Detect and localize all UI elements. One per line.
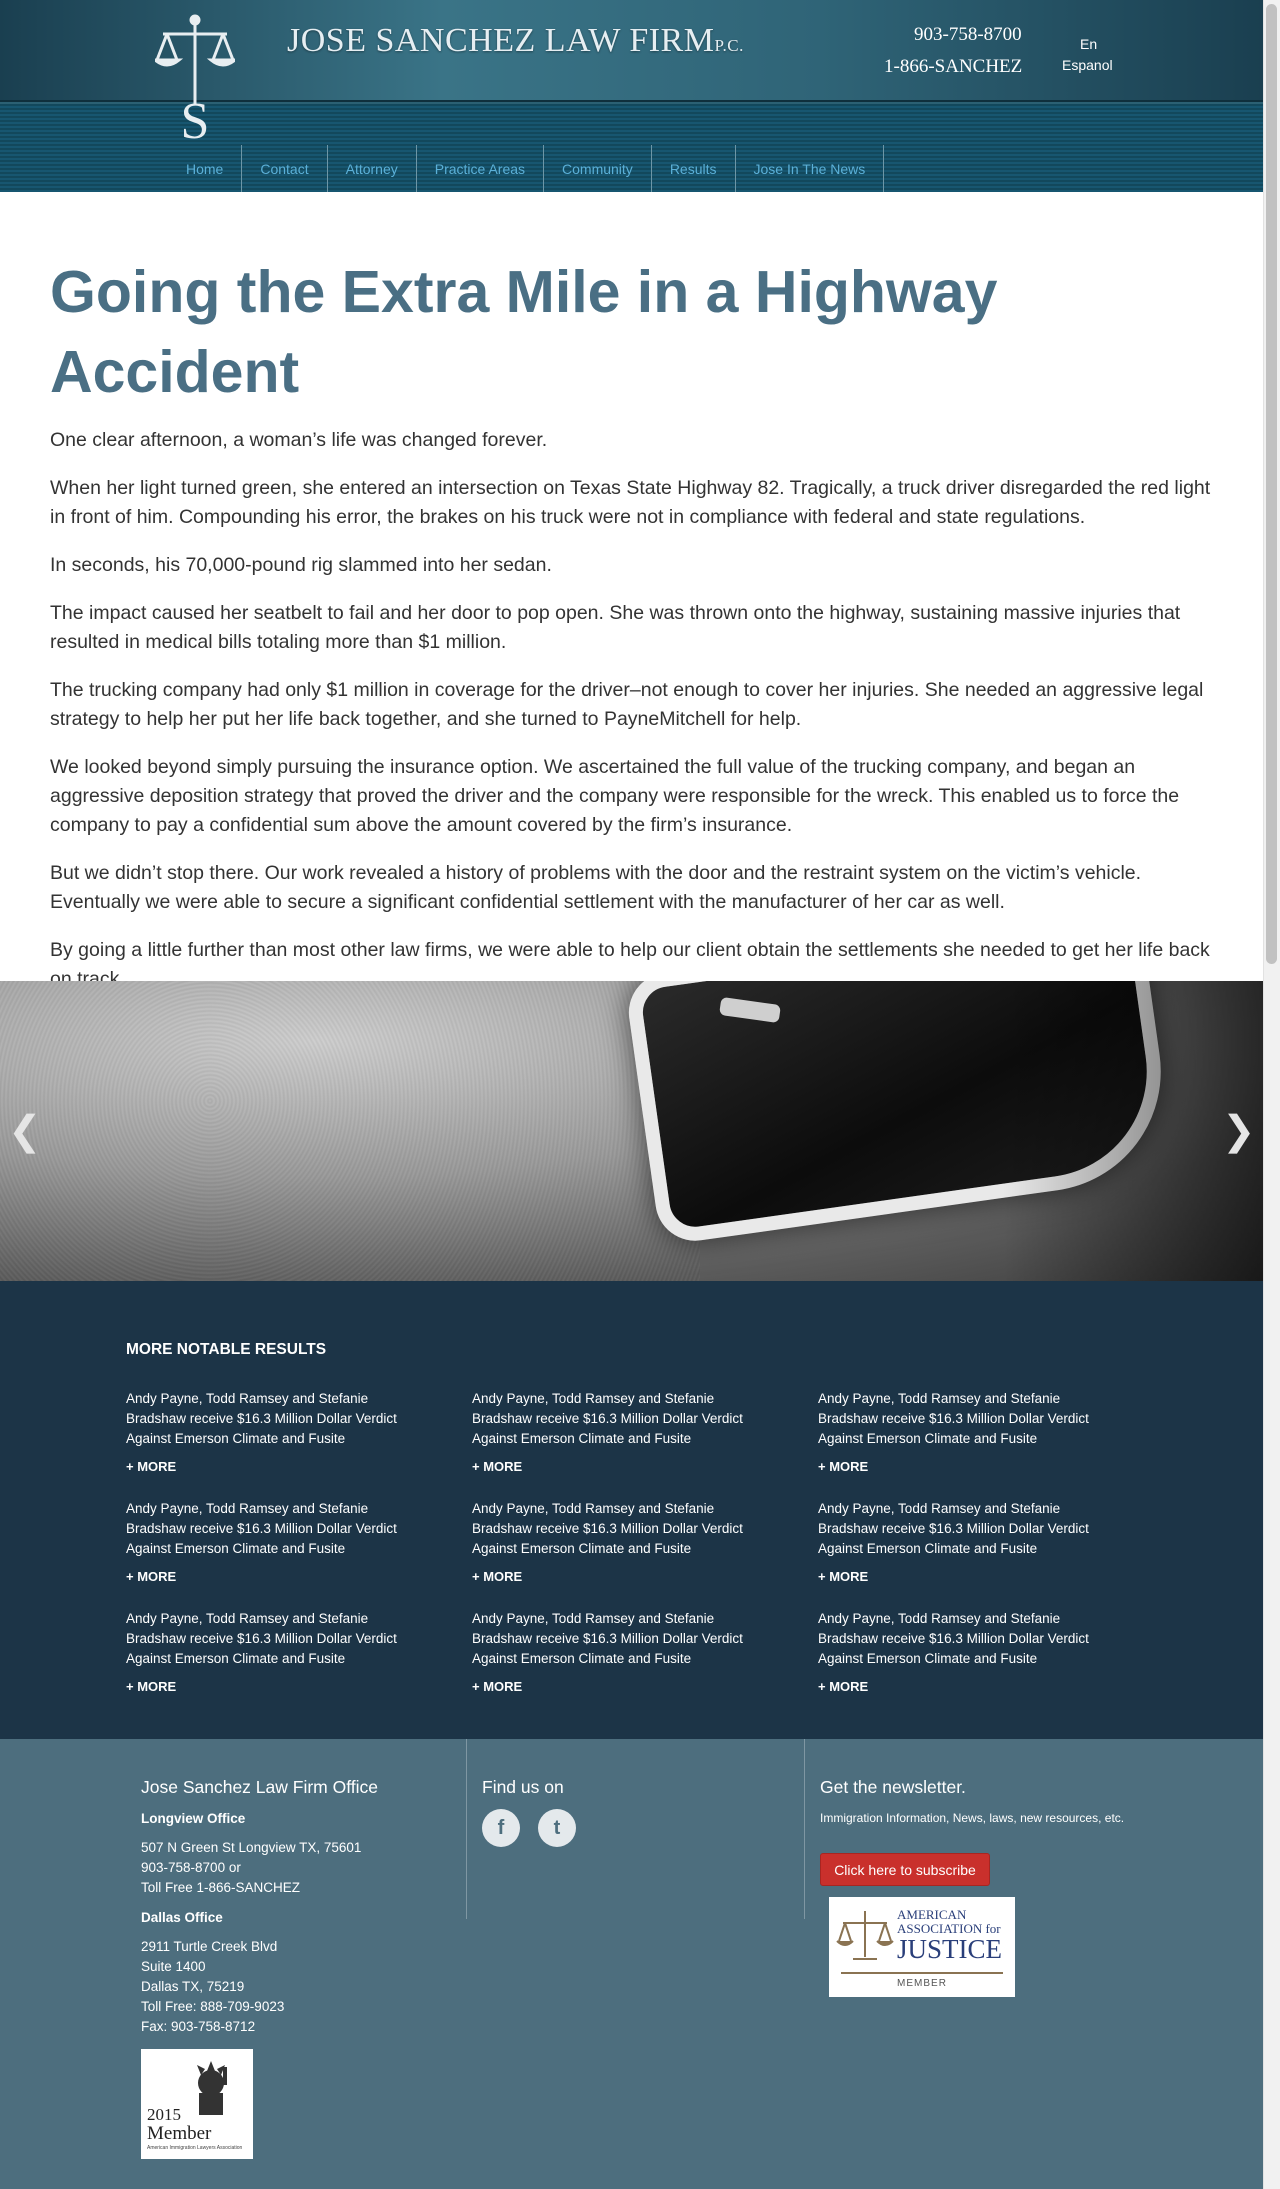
result-more-link[interactable]: + MORE xyxy=(472,1459,772,1474)
article: Going the Extra Mile in a Highway Accide… xyxy=(50,252,1220,1013)
member-badge-org: American Immigration Lawyers Association xyxy=(147,2145,243,2151)
slider-next-arrow-icon[interactable]: ❯ xyxy=(1222,1111,1256,1151)
vertical-scrollbar[interactable] xyxy=(1263,0,1280,2189)
longview-address: 507 N Green St Longview TX, 75601 xyxy=(141,1840,362,1855)
dallas-city: Dallas TX, 75219 xyxy=(141,1979,245,1994)
nav-practice-areas[interactable]: Practice Areas xyxy=(417,145,545,192)
firm-name-logo[interactable]: JOSE SANCHEZ LAW FIRMP.C. xyxy=(287,22,744,60)
firm-suffix: P.C. xyxy=(714,36,744,55)
hero-slider-image xyxy=(0,981,1263,1281)
result-item: Andy Payne, Todd Ramsey and Stefanie Bra… xyxy=(818,1499,1118,1584)
results-heading: MORE NOTABLE RESULTS xyxy=(126,1341,327,1358)
result-item: Andy Payne, Todd Ramsey and Stefanie Bra… xyxy=(126,1609,426,1694)
result-text: Andy Payne, Todd Ramsey and Stefanie Bra… xyxy=(818,1501,1089,1556)
result-more-link[interactable]: + MORE xyxy=(126,1569,426,1584)
nav-home[interactable]: Home xyxy=(168,145,243,192)
scrollbar-thumb[interactable] xyxy=(1266,4,1277,964)
result-item: Andy Payne, Todd Ramsey and Stefanie Bra… xyxy=(126,1389,426,1474)
page: S JOSE SANCHEZ LAW FIRMP.C. 903-758-8700… xyxy=(0,0,1263,2189)
result-text: Andy Payne, Todd Ramsey and Stefanie Bra… xyxy=(818,1391,1089,1446)
result-text: Andy Payne, Todd Ramsey and Stefanie Bra… xyxy=(126,1391,397,1446)
firm-name: JOSE SANCHEZ LAW FIRM xyxy=(287,22,715,59)
result-more-link[interactable]: + MORE xyxy=(126,1459,426,1474)
result-more-link[interactable]: + MORE xyxy=(818,1679,1118,1694)
result-text: Andy Payne, Todd Ramsey and Stefanie Bra… xyxy=(126,1501,397,1556)
aaj-line3: JUSTICE xyxy=(897,1934,1003,1964)
article-paragraph: When her light turned green, she entered… xyxy=(50,477,1211,528)
longview-toll-free[interactable]: Toll Free 1-866-SANCHEZ xyxy=(141,1878,300,1898)
find-us-title: Find us on xyxy=(482,1777,564,1797)
dallas-street: 2911 Turtle Creek Blvd xyxy=(141,1939,278,1954)
language-english-link[interactable]: En xyxy=(1080,36,1097,52)
facebook-icon[interactable]: f xyxy=(482,1809,520,1847)
member-badge-label: Member xyxy=(147,2123,212,2144)
aaj-member-badge: AMERICAN ASSOCIATION for JUSTICE MEMBER xyxy=(829,1897,1015,1997)
footer-divider xyxy=(466,1739,467,1919)
result-item: Andy Payne, Todd Ramsey and Stefanie Bra… xyxy=(818,1609,1118,1694)
result-text: Andy Payne, Todd Ramsey and Stefanie Bra… xyxy=(472,1501,743,1556)
notable-results-section: MORE NOTABLE RESULTS Andy Payne, Todd Ra… xyxy=(0,1281,1263,1739)
dallas-fax: Fax: 903-758-8712 xyxy=(141,2019,256,2034)
twitter-icon[interactable]: t xyxy=(538,1809,576,1847)
site-header: S JOSE SANCHEZ LAW FIRMP.C. 903-758-8700… xyxy=(0,0,1263,192)
nav-attorney[interactable]: Attorney xyxy=(328,145,417,192)
article-paragraph: In seconds, his 70,000-pound rig slammed… xyxy=(50,554,552,576)
aila-member-badge: 2015 Member American Immigration Lawyers… xyxy=(141,2049,253,2159)
dallas-toll-free[interactable]: Toll Free: 888-709-9023 xyxy=(141,1997,284,2017)
site-footer: Jose Sanchez Law Firm Office Longview Of… xyxy=(0,1739,1263,2189)
footer-divider xyxy=(804,1739,805,1919)
longview-office-label: Longview Office xyxy=(141,1811,246,1826)
article-paragraph: We looked beyond simply pursuing the ins… xyxy=(50,756,1180,836)
nav-results[interactable]: Results xyxy=(652,145,736,192)
slider-prev-arrow-icon[interactable]: ❮ xyxy=(8,1111,42,1151)
phone-local[interactable]: 903-758-8700 xyxy=(914,24,1022,46)
phone-toll-free[interactable]: 1-866-SANCHEZ xyxy=(884,56,1022,78)
article-title: Going the Extra Mile in a Highway Accide… xyxy=(50,259,998,405)
aaj-line4: MEMBER xyxy=(897,1978,947,1989)
nav-jose-in-the-news[interactable]: Jose In The News xyxy=(736,145,885,192)
result-more-link[interactable]: + MORE xyxy=(472,1679,772,1694)
scales-of-justice-logo-icon[interactable]: S xyxy=(155,12,235,142)
article-paragraph: One clear afternoon, a woman’s life was … xyxy=(50,429,548,451)
article-paragraph: The trucking company had only $1 million… xyxy=(50,679,1204,730)
dallas-suite: Suite 1400 xyxy=(141,1959,206,1974)
office-title: Jose Sanchez Law Firm Office xyxy=(141,1777,378,1797)
result-text: Andy Payne, Todd Ramsey and Stefanie Bra… xyxy=(818,1611,1089,1666)
dashboard-texture xyxy=(0,981,700,1281)
dallas-office-label: Dallas Office xyxy=(141,1910,223,1925)
subscribe-button[interactable]: Click here to subscribe xyxy=(820,1853,990,1886)
result-text: Andy Payne, Todd Ramsey and Stefanie Bra… xyxy=(472,1611,743,1666)
nav-community[interactable]: Community xyxy=(544,145,652,192)
main-nav: Home Contact Attorney Practice Areas Com… xyxy=(168,145,885,192)
longview-phone[interactable]: 903-758-8700 or xyxy=(141,1858,241,1878)
newsletter-title: Get the newsletter. xyxy=(820,1777,966,1797)
result-more-link[interactable]: + MORE xyxy=(126,1679,426,1694)
article-paragraph: But we didn’t stop there. Our work revea… xyxy=(50,862,1142,913)
result-text: Andy Payne, Todd Ramsey and Stefanie Bra… xyxy=(472,1391,743,1446)
language-spanish-link[interactable]: Espanol xyxy=(1062,57,1113,73)
newsletter-description: Immigration Information, News, laws, new… xyxy=(820,1811,1125,1825)
result-more-link[interactable]: + MORE xyxy=(818,1459,1118,1474)
nav-contact[interactable]: Contact xyxy=(242,145,328,192)
result-item: Andy Payne, Todd Ramsey and Stefanie Bra… xyxy=(472,1499,772,1584)
result-more-link[interactable]: + MORE xyxy=(472,1569,772,1584)
result-more-link[interactable]: + MORE xyxy=(818,1569,1118,1584)
article-paragraph: The impact caused her seatbelt to fail a… xyxy=(50,602,1181,653)
result-item: Andy Payne, Todd Ramsey and Stefanie Bra… xyxy=(126,1499,426,1584)
member-badge-year: 2015 xyxy=(147,2105,181,2124)
svg-text:S: S xyxy=(181,93,210,142)
result-text: Andy Payne, Todd Ramsey and Stefanie Bra… xyxy=(126,1611,397,1666)
result-item: Andy Payne, Todd Ramsey and Stefanie Bra… xyxy=(472,1389,772,1474)
result-item: Andy Payne, Todd Ramsey and Stefanie Bra… xyxy=(818,1389,1118,1474)
result-item: Andy Payne, Todd Ramsey and Stefanie Bra… xyxy=(472,1609,772,1694)
